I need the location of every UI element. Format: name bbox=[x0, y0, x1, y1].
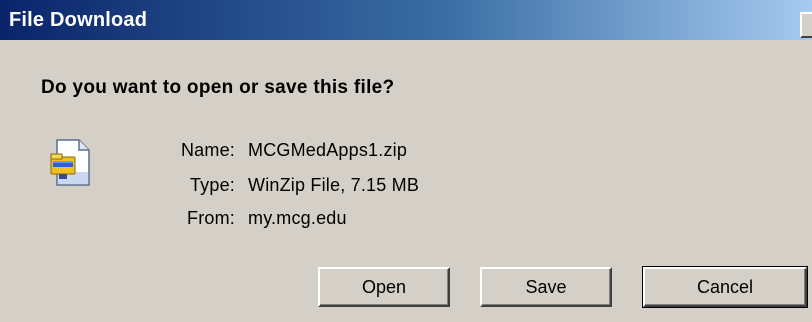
file-type-label: Type: bbox=[189, 175, 235, 195]
file-type-row: Type: WinZip File, 7.15 MB bbox=[0, 175, 812, 199]
file-name-value: MCGMedApps1.zip bbox=[248, 140, 408, 160]
cancel-button[interactable]: Cancel bbox=[642, 266, 808, 308]
file-name-label: Name: bbox=[180, 140, 235, 160]
file-type-value: WinZip File, 7.15 MB bbox=[248, 175, 420, 195]
file-from-value: my.mcg.edu bbox=[248, 208, 347, 228]
title-bar[interactable]: File Download bbox=[0, 0, 812, 40]
file-from-row: From: my.mcg.edu bbox=[0, 208, 812, 232]
file-download-dialog: File Download Do you want to open or sav… bbox=[0, 0, 812, 322]
file-name-row: Name: MCGMedApps1.zip bbox=[0, 140, 812, 164]
open-button[interactable]: Open bbox=[318, 267, 450, 307]
title-bar-button[interactable] bbox=[800, 12, 812, 38]
save-button[interactable]: Save bbox=[480, 267, 612, 307]
window-title: File Download bbox=[9, 9, 148, 31]
file-from-label: From: bbox=[187, 208, 235, 228]
dialog-question: Do you want to open or save this file? bbox=[41, 77, 395, 98]
